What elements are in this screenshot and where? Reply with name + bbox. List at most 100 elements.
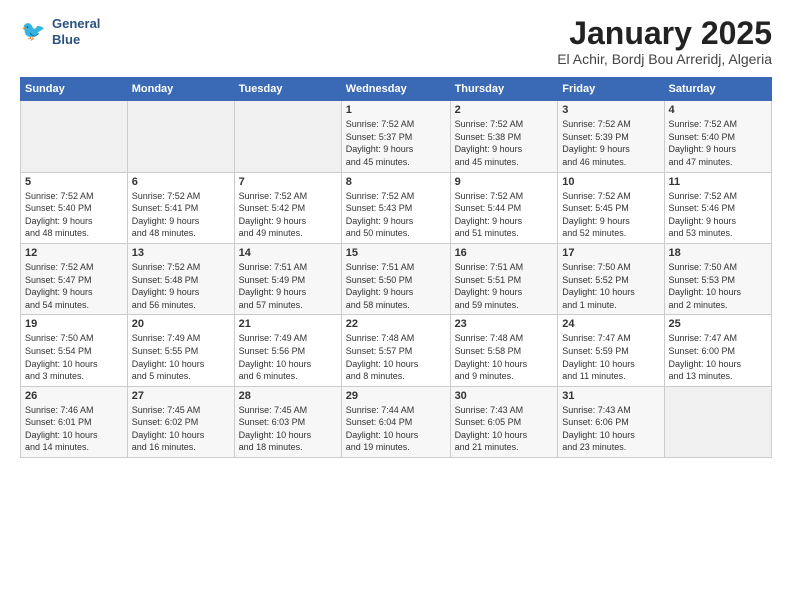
day-cell: 21 Sunrise: 7:49 AM Sunset: 5:56 PM Dayli… [234, 315, 341, 386]
day-number: 16 [455, 247, 554, 259]
logo: 🐦 General Blue [20, 16, 100, 47]
day-cell: 31Sunrise: 7:43 AM Sunset: 6:06 PM Dayli… [558, 386, 664, 457]
day-cell: 12 Sunrise: 7:52 AM Sunset: 5:47 PM Dayli… [21, 243, 128, 314]
day-info: Sunrise: 7:52 AM Sunset: 5:46 PM Dayligh… [669, 190, 767, 240]
day-number: 23 [455, 318, 554, 330]
day-info: Sunrise: 7:44 AM Sunset: 6:04 PM Dayligh… [346, 404, 446, 454]
day-cell: 11 Sunrise: 7:52 AM Sunset: 5:46 PM Dayli… [664, 172, 771, 243]
day-number: 20 [132, 318, 230, 330]
day-cell: 14 Sunrise: 7:51 AM Sunset: 5:49 PM Dayli… [234, 243, 341, 314]
header-cell-wednesday: Wednesday [341, 78, 450, 101]
day-info: Sunrise: 7:46 AM Sunset: 6:01 PM Dayligh… [25, 404, 123, 454]
title-block: January 2025 El Achir, Bordj Bou Arrerid… [557, 16, 772, 67]
day-number: 2 [455, 104, 554, 116]
header: 🐦 General Blue January 2025 El Achir, Bo… [20, 16, 772, 67]
logo-icon: 🐦 [20, 18, 48, 46]
day-info: Sunrise: 7:52 AM Sunset: 5:42 PM Dayligh… [239, 190, 337, 240]
day-number: 17 [562, 247, 659, 259]
day-info: Sunrise: 7:52 AM Sunset: 5:48 PM Dayligh… [132, 261, 230, 311]
day-info: Sunrise: 7:50 AM Sunset: 5:53 PM Dayligh… [669, 261, 767, 311]
day-number: 15 [346, 247, 446, 259]
page: 🐦 General Blue January 2025 El Achir, Bo… [0, 0, 792, 612]
header-cell-tuesday: Tuesday [234, 78, 341, 101]
day-info: Sunrise: 7:52 AM Sunset: 5:40 PM Dayligh… [25, 190, 123, 240]
day-info: Sunrise: 7:43 AM Sunset: 6:05 PM Dayligh… [455, 404, 554, 454]
day-info: Sunrise: 7:45 AM Sunset: 6:03 PM Dayligh… [239, 404, 337, 454]
day-cell [127, 101, 234, 172]
day-number: 14 [239, 247, 337, 259]
day-info: Sunrise: 7:51 AM Sunset: 5:51 PM Dayligh… [455, 261, 554, 311]
day-cell: 22 Sunrise: 7:48 AM Sunset: 5:57 PM Dayli… [341, 315, 450, 386]
day-info: Sunrise: 7:47 AM Sunset: 6:00 PM Dayligh… [669, 332, 767, 382]
day-info: Sunrise: 7:51 AM Sunset: 5:50 PM Dayligh… [346, 261, 446, 311]
day-cell: 13 Sunrise: 7:52 AM Sunset: 5:48 PM Dayli… [127, 243, 234, 314]
day-number: 9 [455, 176, 554, 188]
day-info: Sunrise: 7:52 AM Sunset: 5:37 PM Dayligh… [346, 118, 446, 168]
day-number: 12 [25, 247, 123, 259]
header-cell-saturday: Saturday [664, 78, 771, 101]
day-info: Sunrise: 7:52 AM Sunset: 5:47 PM Dayligh… [25, 261, 123, 311]
logo-line1: General [52, 16, 100, 32]
header-cell-thursday: Thursday [450, 78, 558, 101]
day-info: Sunrise: 7:52 AM Sunset: 5:41 PM Dayligh… [132, 190, 230, 240]
day-cell: 8Sunrise: 7:52 AM Sunset: 5:43 PM Daylig… [341, 172, 450, 243]
day-cell: 10Sunrise: 7:52 AM Sunset: 5:45 PM Dayli… [558, 172, 664, 243]
day-cell: 5Sunrise: 7:52 AM Sunset: 5:40 PM Daylig… [21, 172, 128, 243]
day-number: 10 [562, 176, 659, 188]
day-cell: 19Sunrise: 7:50 AM Sunset: 5:54 PM Dayli… [21, 315, 128, 386]
header-row: SundayMondayTuesdayWednesdayThursdayFrid… [21, 78, 772, 101]
header-cell-monday: Monday [127, 78, 234, 101]
day-cell: 25 Sunrise: 7:47 AM Sunset: 6:00 PM Dayli… [664, 315, 771, 386]
day-cell: 24Sunrise: 7:47 AM Sunset: 5:59 PM Dayli… [558, 315, 664, 386]
week-row-4: 19Sunrise: 7:50 AM Sunset: 5:54 PM Dayli… [21, 315, 772, 386]
day-info: Sunrise: 7:48 AM Sunset: 5:57 PM Dayligh… [346, 332, 446, 382]
day-cell: 27 Sunrise: 7:45 AM Sunset: 6:02 PM Dayli… [127, 386, 234, 457]
day-number: 21 [239, 318, 337, 330]
day-cell: 23Sunrise: 7:48 AM Sunset: 5:58 PM Dayli… [450, 315, 558, 386]
day-number: 13 [132, 247, 230, 259]
day-info: Sunrise: 7:49 AM Sunset: 5:55 PM Dayligh… [132, 332, 230, 382]
day-number: 22 [346, 318, 446, 330]
day-number: 18 [669, 247, 767, 259]
day-cell: 29 Sunrise: 7:44 AM Sunset: 6:04 PM Dayli… [341, 386, 450, 457]
day-cell: 7 Sunrise: 7:52 AM Sunset: 5:42 PM Daylig… [234, 172, 341, 243]
day-number: 7 [239, 176, 337, 188]
day-info: Sunrise: 7:51 AM Sunset: 5:49 PM Dayligh… [239, 261, 337, 311]
day-info: Sunrise: 7:50 AM Sunset: 5:54 PM Dayligh… [25, 332, 123, 382]
week-row-2: 5Sunrise: 7:52 AM Sunset: 5:40 PM Daylig… [21, 172, 772, 243]
day-cell: 17 Sunrise: 7:50 AM Sunset: 5:52 PM Dayli… [558, 243, 664, 314]
day-cell: 4Sunrise: 7:52 AM Sunset: 5:40 PM Daylig… [664, 101, 771, 172]
day-info: Sunrise: 7:50 AM Sunset: 5:52 PM Dayligh… [562, 261, 659, 311]
day-number: 26 [25, 390, 123, 402]
calendar-table: SundayMondayTuesdayWednesdayThursdayFrid… [20, 77, 772, 458]
day-info: Sunrise: 7:49 AM Sunset: 5:56 PM Dayligh… [239, 332, 337, 382]
day-number: 1 [346, 104, 446, 116]
day-cell: 2 Sunrise: 7:52 AM Sunset: 5:38 PM Daylig… [450, 101, 558, 172]
day-number: 25 [669, 318, 767, 330]
day-number: 24 [562, 318, 659, 330]
day-info: Sunrise: 7:52 AM Sunset: 5:44 PM Dayligh… [455, 190, 554, 240]
day-number: 11 [669, 176, 767, 188]
day-number: 28 [239, 390, 337, 402]
week-row-1: 1 Sunrise: 7:52 AM Sunset: 5:37 PM Daylig… [21, 101, 772, 172]
day-number: 30 [455, 390, 554, 402]
page-subtitle: El Achir, Bordj Bou Arreridj, Algeria [557, 51, 772, 67]
day-cell [21, 101, 128, 172]
day-cell: 30 Sunrise: 7:43 AM Sunset: 6:05 PM Dayli… [450, 386, 558, 457]
header-cell-friday: Friday [558, 78, 664, 101]
day-info: Sunrise: 7:45 AM Sunset: 6:02 PM Dayligh… [132, 404, 230, 454]
day-cell: 26 Sunrise: 7:46 AM Sunset: 6:01 PM Dayli… [21, 386, 128, 457]
day-cell: 28 Sunrise: 7:45 AM Sunset: 6:03 PM Dayli… [234, 386, 341, 457]
day-cell: 1 Sunrise: 7:52 AM Sunset: 5:37 PM Daylig… [341, 101, 450, 172]
calendar-header: SundayMondayTuesdayWednesdayThursdayFrid… [21, 78, 772, 101]
day-cell: 18 Sunrise: 7:50 AM Sunset: 5:53 PM Dayli… [664, 243, 771, 314]
day-cell: 3Sunrise: 7:52 AM Sunset: 5:39 PM Daylig… [558, 101, 664, 172]
calendar-body: 1 Sunrise: 7:52 AM Sunset: 5:37 PM Daylig… [21, 101, 772, 458]
day-cell: 6Sunrise: 7:52 AM Sunset: 5:41 PM Daylig… [127, 172, 234, 243]
week-row-5: 26 Sunrise: 7:46 AM Sunset: 6:01 PM Dayli… [21, 386, 772, 457]
day-number: 29 [346, 390, 446, 402]
day-info: Sunrise: 7:52 AM Sunset: 5:38 PM Dayligh… [455, 118, 554, 168]
week-row-3: 12 Sunrise: 7:52 AM Sunset: 5:47 PM Dayli… [21, 243, 772, 314]
day-number: 27 [132, 390, 230, 402]
day-number: 4 [669, 104, 767, 116]
